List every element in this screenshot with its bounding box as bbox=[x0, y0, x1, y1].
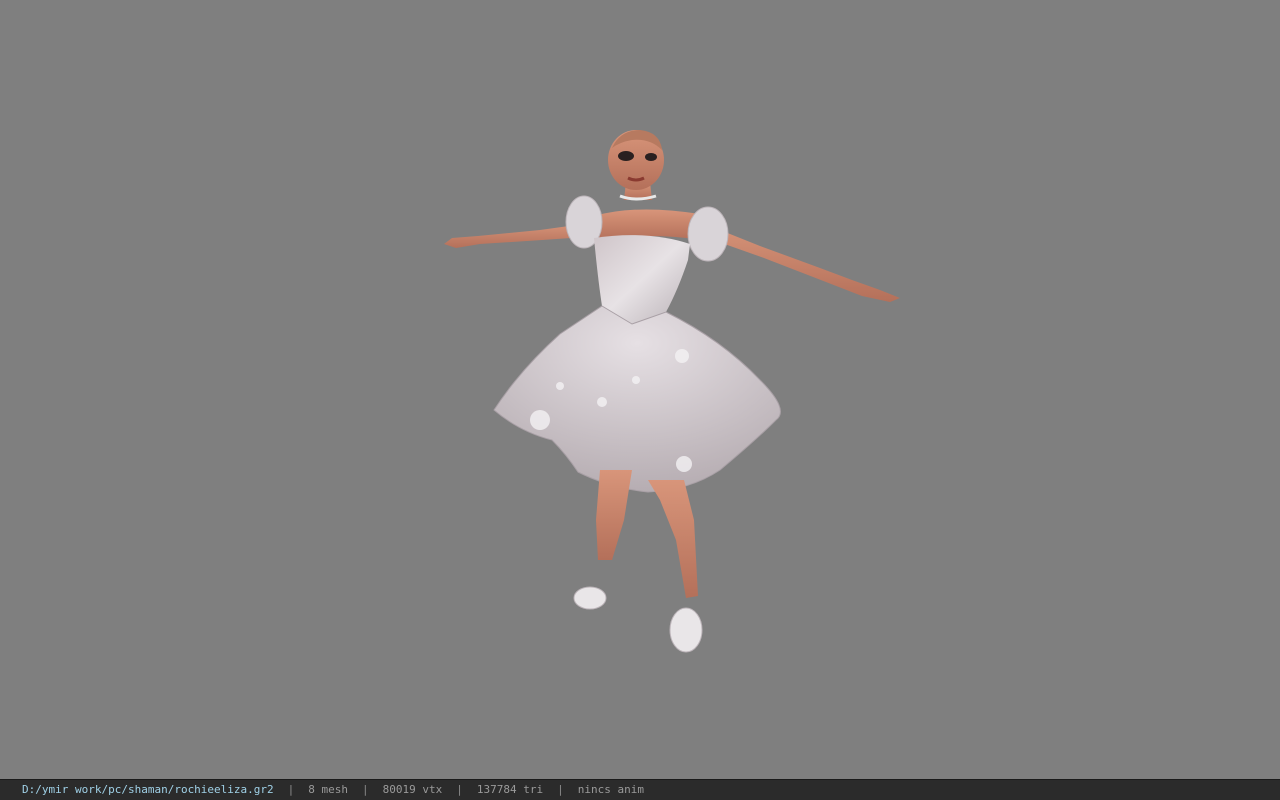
mesh-count: 8 mesh bbox=[308, 783, 349, 796]
triangle-count: 137784 tri bbox=[476, 783, 544, 796]
separator: | bbox=[287, 783, 295, 796]
left-shoe bbox=[573, 586, 607, 610]
vertex-count: 80019 vtx bbox=[382, 783, 443, 796]
skirt bbox=[493, 305, 781, 493]
animation-status: nincs anim bbox=[577, 783, 644, 796]
right-leg bbox=[648, 480, 698, 598]
character-model bbox=[444, 130, 900, 653]
separator: | bbox=[362, 783, 369, 796]
right-shoe bbox=[669, 607, 703, 653]
separator: | bbox=[557, 783, 564, 796]
right-sleeve bbox=[687, 206, 729, 262]
separator: | bbox=[456, 783, 463, 796]
right-arm bbox=[700, 222, 900, 302]
left-leg bbox=[596, 470, 632, 560]
3d-viewport[interactable] bbox=[0, 0, 1280, 779]
status-bar: D:/ymir work/pc/shaman/rochieeliza.gr2 | 8… bbox=[0, 779, 1280, 800]
file-path: D:/ymir work/pc/shaman/rochieeliza.gr2 bbox=[22, 783, 274, 796]
